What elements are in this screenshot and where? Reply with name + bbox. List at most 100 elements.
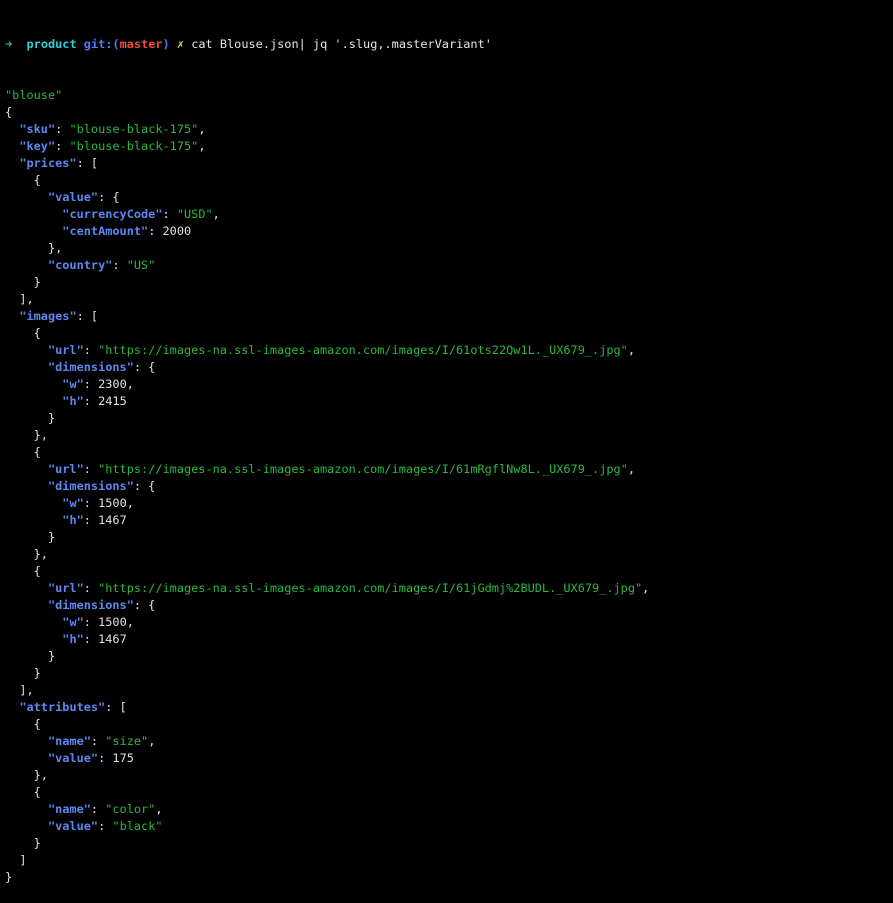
json-punctuation (5, 139, 19, 153)
json-key: "h" (62, 632, 84, 646)
json-punctuation: ], (5, 292, 34, 306)
json-punctuation: : (83, 496, 99, 510)
json-punctuation: : [ (105, 700, 127, 714)
json-punctuation: : (83, 462, 99, 476)
output-line: { (5, 716, 893, 733)
json-punctuation: : (83, 581, 99, 595)
json-punctuation: : (55, 122, 70, 136)
output-line: ], (5, 291, 893, 308)
json-punctuation: } (5, 275, 41, 289)
output-line: "h": 1467 (5, 631, 893, 648)
output-line: }, (5, 240, 893, 257)
output-line: "h": 2415 (5, 393, 893, 410)
output-line: } (5, 529, 893, 546)
json-punctuation: { (5, 173, 41, 187)
json-punctuation: , (627, 343, 635, 357)
json-punctuation (5, 819, 48, 833)
json-punctuation (5, 802, 48, 816)
json-punctuation: }, (5, 768, 48, 782)
output-line: "value": 175 (5, 750, 893, 767)
json-punctuation: : (98, 819, 113, 833)
terminal-window[interactable]: ➜ product git:(master) ✗ cat Blouse.json… (5, 2, 893, 884)
json-string: "https://images-na.ssl-images-amazon.com… (98, 462, 628, 476)
json-key: "prices" (19, 156, 77, 170)
json-punctuation: { (5, 564, 41, 578)
output-line: { (5, 104, 893, 121)
json-punctuation: : { (133, 598, 156, 612)
json-punctuation (5, 156, 19, 170)
json-punctuation: { (5, 445, 41, 459)
json-number: 2415 (98, 394, 127, 408)
json-punctuation: , (627, 462, 635, 476)
json-string: "https://images-na.ssl-images-amazon.com… (98, 581, 643, 595)
output-line: } (5, 665, 893, 682)
json-punctuation: : (55, 139, 70, 153)
json-punctuation: : (83, 377, 99, 391)
json-key: "h" (62, 394, 84, 408)
output-line: ], (5, 682, 893, 699)
json-punctuation: } (5, 870, 13, 884)
prompt-git-label: git:( (83, 37, 120, 51)
json-string: "size" (105, 734, 149, 748)
json-string: "blouse" (5, 88, 63, 102)
json-key: "value" (47, 751, 99, 765)
json-key: "url" (47, 343, 84, 357)
json-punctuation: : (162, 207, 177, 221)
json-punctuation: : (112, 258, 127, 272)
json-number: 1500 (98, 496, 127, 510)
output-line: }, (5, 767, 893, 784)
output-line: "dimensions": { (5, 478, 893, 495)
json-punctuation (5, 632, 62, 646)
json-punctuation: { (5, 785, 41, 799)
json-key: "dimensions" (47, 598, 134, 612)
output-line: "dimensions": { (5, 359, 893, 376)
json-key: "attributes" (19, 700, 106, 714)
output-line: "value": "black" (5, 818, 893, 835)
json-punctuation: : (90, 734, 106, 748)
output-line: "url": "https://images-na.ssl-images-ama… (5, 461, 893, 478)
json-punctuation (5, 462, 48, 476)
json-punctuation (5, 258, 48, 272)
output-line: "currencyCode": "USD", (5, 206, 893, 223)
json-punctuation: } (5, 649, 56, 663)
json-key: "dimensions" (47, 360, 134, 374)
prompt-arrow-icon: ➜ (5, 37, 13, 51)
output-line: "w": 1500, (5, 495, 893, 512)
json-key: "key" (19, 139, 56, 153)
json-punctuation: , (198, 139, 206, 153)
output-line: } (5, 869, 893, 886)
json-punctuation (5, 496, 62, 510)
prompt-command: cat Blouse.json| jq '.slug,.masterVarian… (191, 37, 492, 51)
json-punctuation: } (5, 836, 41, 850)
output-line: } (5, 835, 893, 852)
json-punctuation: , (148, 734, 156, 748)
json-punctuation (5, 734, 48, 748)
json-punctuation: : (83, 632, 99, 646)
output-line: "name": "color", (5, 801, 893, 818)
output-line: "centAmount": 2000 (5, 223, 893, 240)
json-number: 2000 (162, 224, 192, 238)
json-punctuation (5, 479, 48, 493)
json-punctuation: : (83, 394, 99, 408)
json-number: 1500 (98, 615, 127, 629)
output-line: "w": 1500, (5, 614, 893, 631)
json-punctuation (5, 513, 62, 527)
json-string: "black" (112, 819, 163, 833)
output-line: "url": "https://images-na.ssl-images-ama… (5, 580, 893, 597)
prompt-line: ➜ product git:(master) ✗ cat Blouse.json… (5, 36, 893, 53)
json-number: 1467 (98, 513, 127, 527)
output-line: "sku": "blouse-black-175", (5, 121, 893, 138)
output-line: "value": { (5, 189, 893, 206)
json-punctuation: }, (5, 547, 48, 561)
json-key: "value" (47, 819, 99, 833)
json-punctuation: : (148, 224, 163, 238)
json-punctuation: { (5, 717, 41, 731)
json-number: 1467 (98, 632, 127, 646)
output-line: "key": "blouse-black-175", (5, 138, 893, 155)
json-key: "sku" (19, 122, 56, 136)
json-punctuation: } (5, 666, 41, 680)
output-line: "images": [ (5, 308, 893, 325)
json-punctuation: } (5, 411, 56, 425)
json-key: "name" (47, 734, 91, 748)
json-punctuation: , (212, 207, 220, 221)
